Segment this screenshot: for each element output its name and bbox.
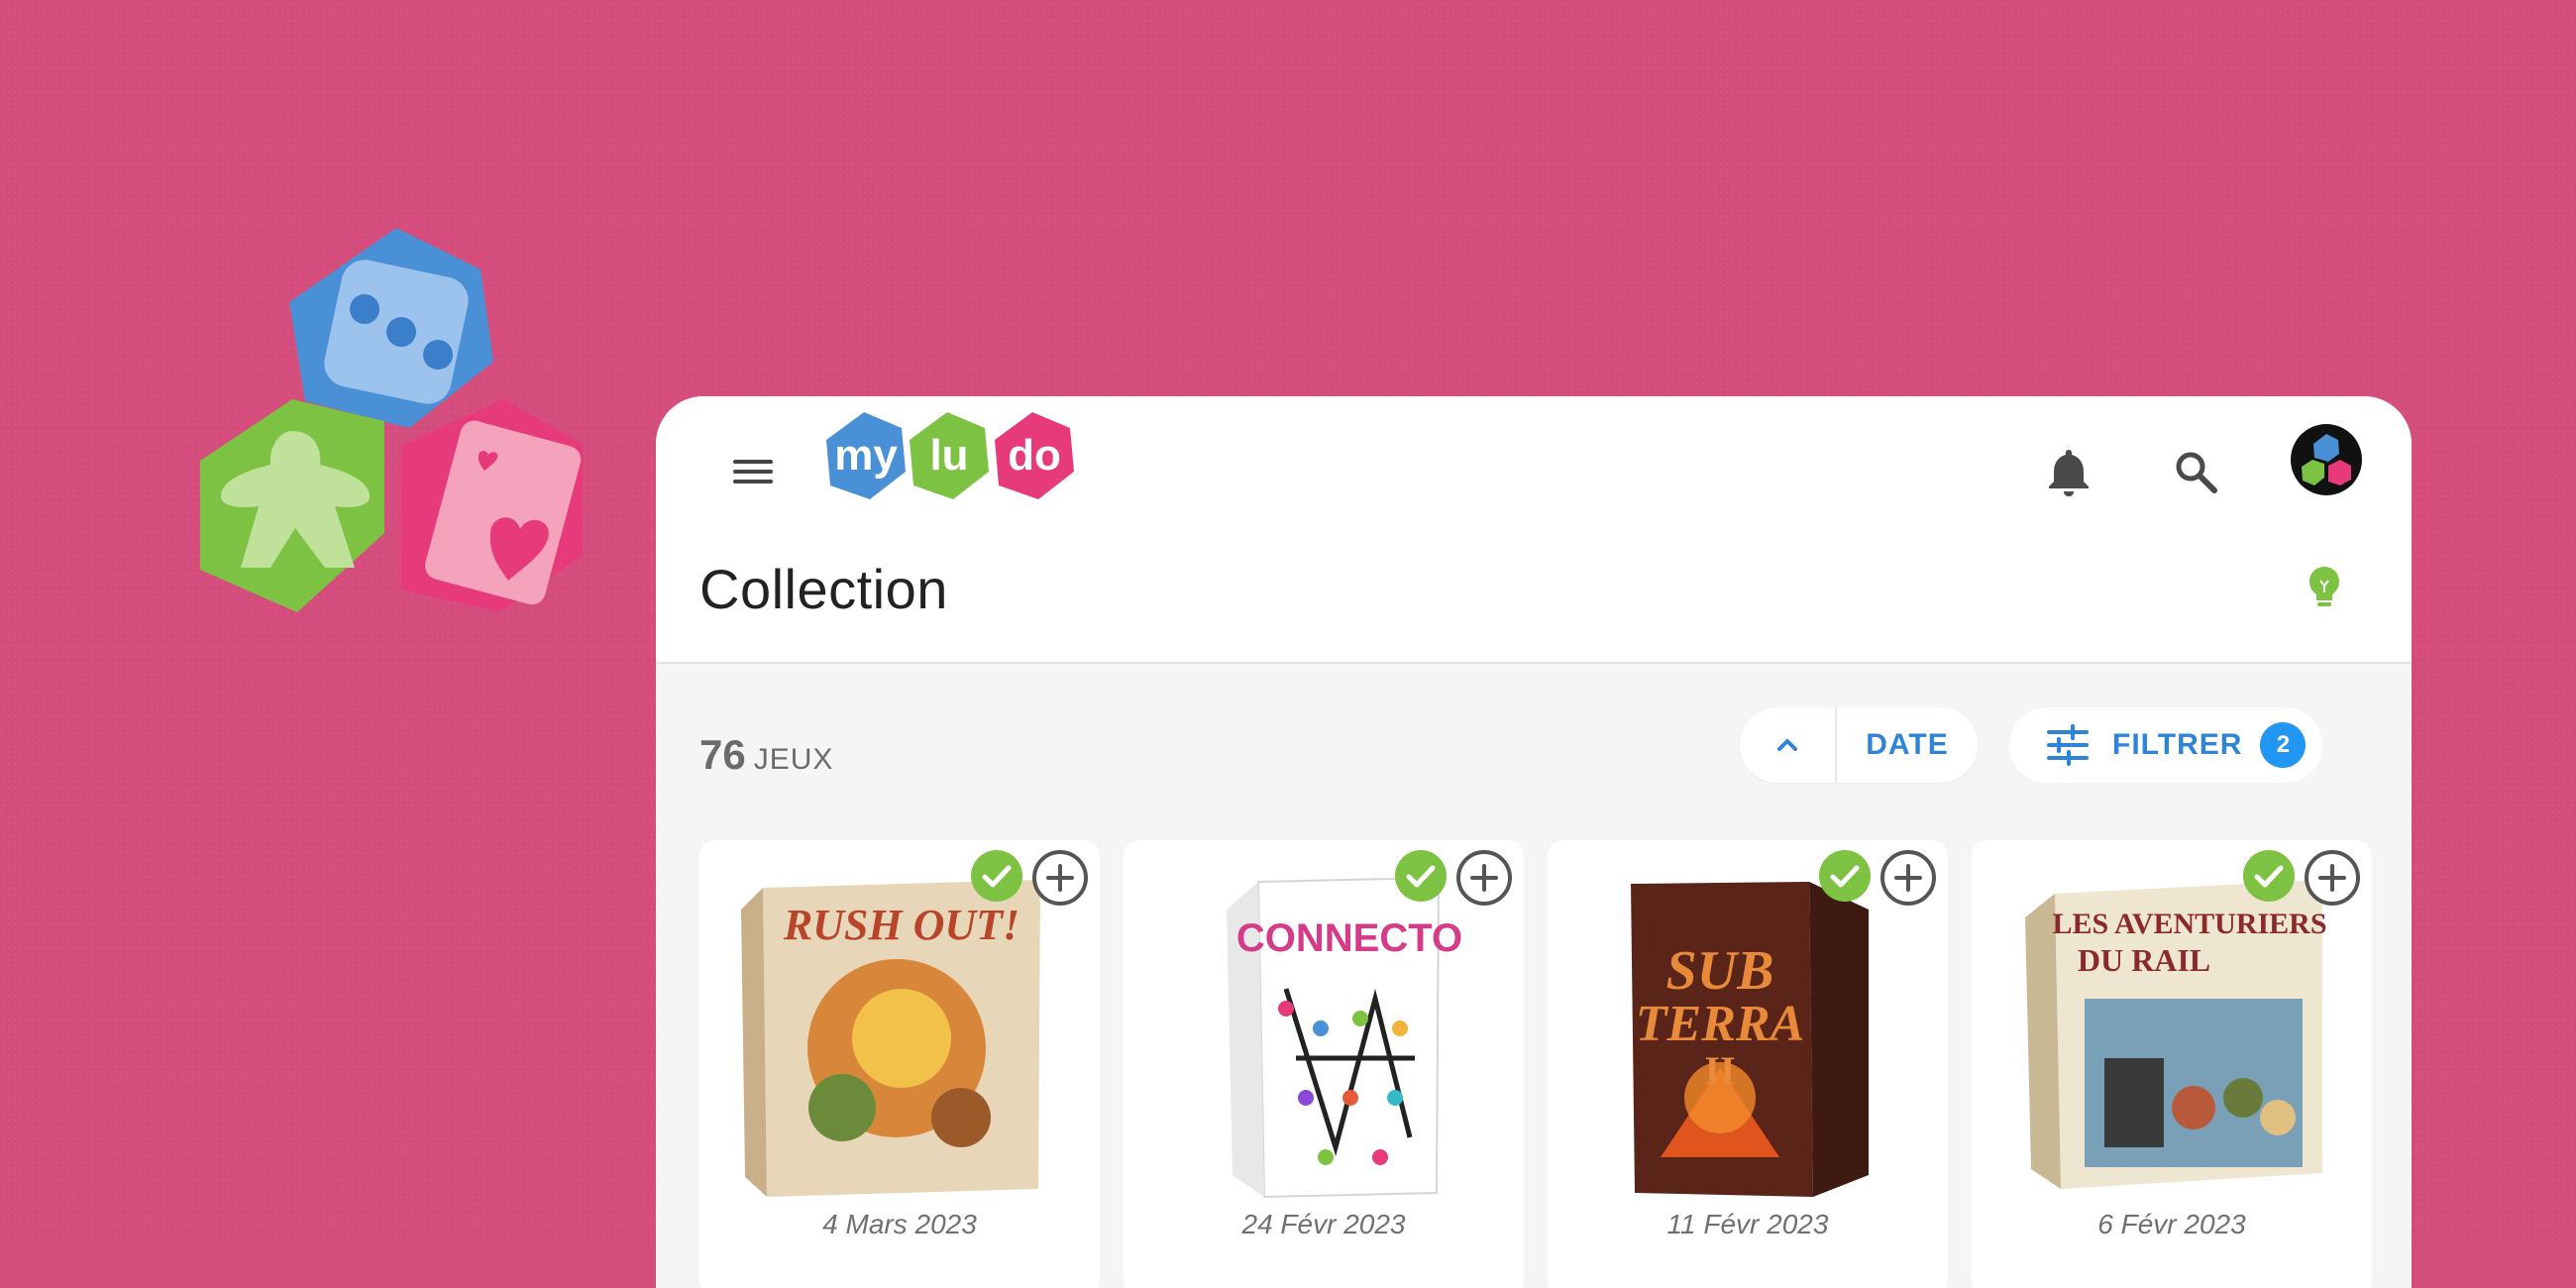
game-card[interactable]: LES AVENTURIERS DU RAIL 6 Févr 2023 [1972,840,2372,1288]
logo-text-lu: lu [929,431,968,480]
svg-text:SUB: SUB [1666,940,1774,1002]
svg-text:my: my [834,431,898,480]
svg-text:II: II [1704,1048,1735,1093]
game-date: 4 Mars 2023 [822,1209,977,1239]
filter-count-badge: 2 [2260,722,2307,768]
game-date: 6 Févr 2023 [2097,1209,2246,1239]
svg-text:TERRA: TERRA [1636,996,1805,1052]
game-card[interactable]: SUB TERRA II 11 Févr 2023 [1548,840,1948,1288]
svg-text:LES AVENTURIERS: LES AVENTURIERS [2052,908,2326,940]
mylido-logo[interactable]: my lu do [822,408,1080,505]
svg-text:do: do [1008,431,1061,480]
chevron-up-icon [1777,739,1797,751]
app-window: my lu do Collection 76 JEUX DATE FILTRER… [656,396,2412,1288]
game-count: 76 JEUX [699,731,833,779]
add-circle-icon[interactable] [1878,848,1938,908]
filter-label: FILTRER [2112,728,2243,761]
sort-field-button[interactable]: DATE [1837,707,1978,783]
svg-text:CONNECTO: CONNECTO [1236,916,1462,960]
lightbulb-icon[interactable] [2301,563,2348,610]
sort-control: DATE [1740,707,1978,783]
add-circle-icon[interactable] [2303,848,2362,908]
logo-text-do: do [1008,431,1061,480]
meeple-hex-icon [200,399,384,612]
game-date: 11 Févr 2023 [1666,1209,1829,1239]
add-circle-icon[interactable] [1454,848,1514,908]
dice-hex-icon [289,228,493,428]
game-cover-image: LES AVENTURIERS DU RAIL [2025,880,2327,1189]
logo-text-my: my [834,431,898,480]
app-header: my lu do Collection [656,396,2412,664]
owned-check-icon [1395,850,1447,902]
search-icon[interactable] [2160,436,2231,507]
bell-icon[interactable] [2033,436,2104,507]
mylido-hex-logo [200,228,583,612]
owned-check-icon [1819,850,1871,902]
game-date: 24 Févr 2023 [1241,1209,1406,1239]
game-cover-image: CONNECTO [1227,876,1462,1199]
game-cover-image: RUSH OUT! [741,880,1040,1197]
tune-icon [2047,724,2089,766]
menu-icon[interactable] [717,436,789,507]
card-hex-icon [401,399,583,612]
add-circle-icon[interactable] [1030,848,1090,908]
filter-button[interactable]: FILTRER 2 [2009,707,2322,783]
game-count-number: 76 [699,731,746,778]
sort-direction-button[interactable] [1740,707,1837,783]
svg-text:RUSH OUT!: RUSH OUT! [783,901,1020,949]
page-title: Collection [699,558,948,620]
owned-check-icon [971,850,1022,902]
game-card[interactable]: RUSH OUT! 4 Mars 2023 [699,840,1100,1288]
avatar-hex-icon [2302,434,2351,485]
owned-check-icon [2243,850,2295,902]
svg-text:DU RAIL: DU RAIL [2078,942,2210,978]
svg-text:lu: lu [929,431,968,480]
avatar[interactable] [2291,424,2362,495]
game-cover-image: SUB TERRA II [1631,882,1869,1197]
game-count-unit: JEUX [753,743,834,776]
game-card[interactable]: CONNECTO 24 Févr 2023 [1124,840,1524,1288]
